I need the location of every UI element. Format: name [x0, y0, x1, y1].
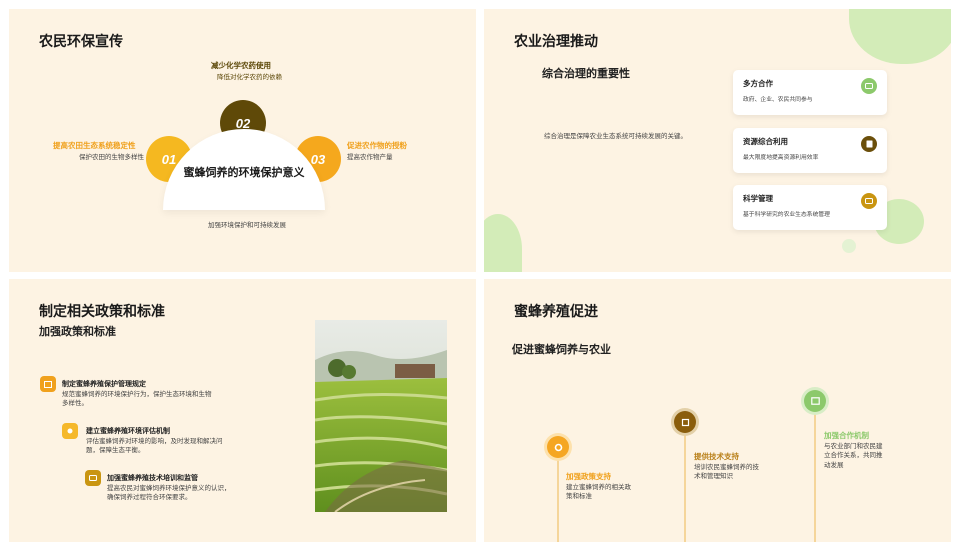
- slide-subtitle: 加强政策和标准: [39, 326, 116, 338]
- card-desc: 最大限度地提高资源利用效率: [743, 155, 819, 161]
- step-desc: 培训农民蜜蜂饲养的技术和管理知识: [694, 464, 759, 481]
- top-point-desc: 降低对化学农药的依赖: [217, 74, 282, 81]
- top-point-title: 减少化学农药使用: [211, 61, 271, 70]
- keyboard-icon: [861, 193, 877, 209]
- item-title: 加强蜜蜂养殖技术培训和监管: [107, 475, 198, 482]
- decor-blob: [849, 9, 951, 64]
- slide-agri-governance[interactable]: 农业治理推动 综合治理的重要性 综合治理是保障农业生态系统可持续发展的关键。 多…: [484, 9, 951, 272]
- slide-farmer-eco-promotion[interactable]: 农民环保宣传 减少化学农药使用 降低对化学农药的依赖 提高农田生态系统稳定性 保…: [9, 9, 476, 272]
- slide-title: 农民环保宣传: [39, 33, 123, 49]
- image-icon: [40, 376, 56, 392]
- card-desc: 政府、企业、农民共同参与: [743, 97, 813, 103]
- right-point-title: 促进农作物的授粉: [347, 141, 407, 150]
- card-multi-party[interactable]: 多方合作 政府、企业、农民共同参与: [733, 70, 887, 115]
- item-title: 建立蜜蜂养殖环境评估机制: [86, 428, 170, 435]
- slide-title: 制定相关政策和标准: [39, 303, 165, 319]
- chat-icon: [85, 470, 101, 486]
- left-point-title: 提高农田生态系统稳定性: [53, 141, 136, 150]
- slide-title: 蜜蜂养殖促进: [514, 303, 598, 319]
- slide-subtitle: 综合治理的重要性: [542, 68, 630, 80]
- bottom-point-desc: 加强环境保护和可持续发展: [208, 222, 286, 229]
- step-desc: 建立蜜蜂饲养的相关政策和标准: [566, 484, 631, 501]
- slide-subtitle: 促进蜜蜂饲养与农业: [512, 344, 611, 356]
- slide-description: 综合治理是保障农业生态系统可持续发展的关键。: [544, 133, 687, 140]
- item-title: 制定蜜蜂养殖保护管理规定: [62, 381, 146, 388]
- card-resource-use[interactable]: 资源综合利用 最大限度地提高资源利用效率: [733, 128, 887, 173]
- decor-blob: [842, 239, 856, 253]
- timeline-line: [814, 409, 816, 542]
- card-title: 多方合作: [743, 79, 773, 88]
- slide-bee-promotion[interactable]: 蜜蜂养殖促进 促进蜜蜂饲养与农业 加强政策支持 建立蜜蜂饲养的相关政策和标准 提…: [484, 279, 951, 542]
- slide-policy-standards[interactable]: 制定相关政策和标准 加强政策和标准 制定蜜蜂养殖保护管理规定 规范蜜蜂饲养的环境…: [9, 279, 476, 542]
- chat-icon: [861, 78, 877, 94]
- decor-blob: [484, 214, 522, 272]
- card-science-mgmt[interactable]: 科学管理 基于科学研究的农业生态系统管理: [733, 185, 887, 230]
- document-icon: [861, 136, 877, 152]
- left-point-desc: 保护农田的生物多样性: [79, 154, 144, 161]
- settings-icon: [62, 423, 78, 439]
- step-title: 加强政策支持: [566, 472, 611, 481]
- step-desc: 与农业部门和农民建立合作关系，共同推动发展: [824, 443, 883, 469]
- right-point-desc: 提高农作物产量: [347, 154, 393, 161]
- card-title: 资源综合利用: [743, 137, 788, 146]
- card-title: 科学管理: [743, 194, 773, 203]
- timeline-line: [557, 457, 559, 542]
- card-desc: 基于科学研究的农业生态系统管理: [743, 212, 830, 218]
- step-title: 提供技术支持: [694, 452, 739, 461]
- gear-icon: [547, 436, 569, 458]
- item-desc: 提高农民对蜜蜂饲养环境保护意义的认识，确保饲养过程符合环保要求。: [107, 485, 231, 502]
- image-icon: [804, 390, 826, 412]
- timeline-line: [684, 431, 686, 542]
- slide-title: 农业治理推动: [514, 33, 598, 49]
- chip-icon: [674, 411, 696, 433]
- rice-terraces-photo: [315, 320, 447, 512]
- item-desc: 规范蜜蜂饲养的环境保护行为，保护生态环境和生物多样性。: [62, 391, 212, 408]
- center-heading: 蜜蜂饲养的环境保护意义: [183, 167, 305, 179]
- item-desc: 评估蜜蜂饲养对环境的影响，及时发现和解决问题，保障生态平衡。: [86, 438, 223, 455]
- step-title: 加强合作机制: [824, 431, 869, 440]
